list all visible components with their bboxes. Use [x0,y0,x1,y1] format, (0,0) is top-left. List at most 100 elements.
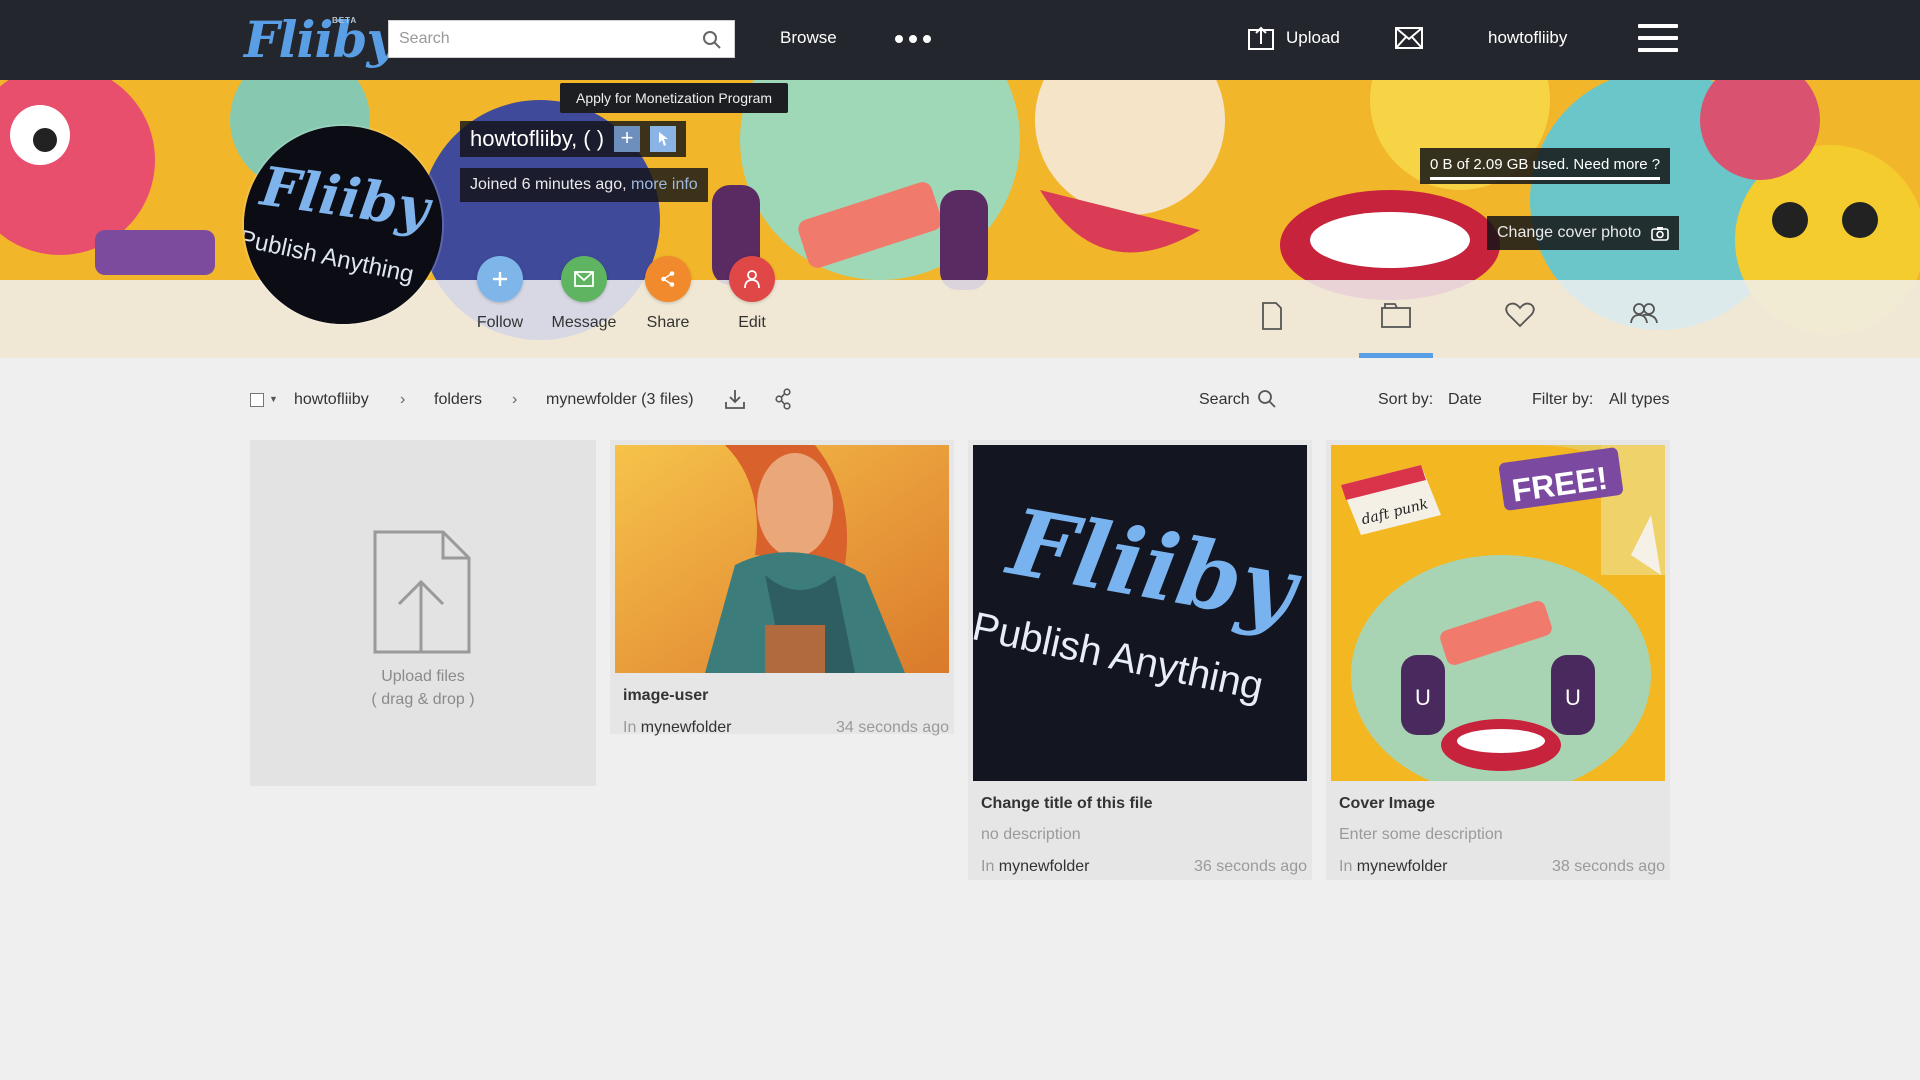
edit-profile-icon [729,256,775,302]
top-navigation-bar: Fliiby BETA Browse Upload howtofliiby [0,0,1920,80]
monetization-icon[interactable] [650,126,677,152]
share-icon [645,256,691,302]
upload-file-icon [373,530,471,654]
folder-prefix: In [623,719,637,736]
file-title[interactable]: image-user [615,687,949,705]
avatar[interactable]: Fliiby Publish Anything [244,126,442,324]
user-menu-link[interactable]: howtofliiby [1488,28,1567,48]
breadcrumb-folders[interactable]: folders [434,391,482,409]
filter-by-dropdown[interactable]: All types [1609,391,1669,409]
follow-button[interactable]: Follow [458,256,542,332]
file-card[interactable]: Fliiby Publish Anything Change title of … [968,440,1312,880]
edit-button[interactable]: Edit [710,256,794,332]
folder-toolbar: ▼ howtofliiby › folders › mynewfolder (3… [248,388,1674,414]
breadcrumb-separator-icon: › [400,391,406,408]
file-thumbnail[interactable]: Fliiby Publish Anything [973,445,1307,781]
mail-icon[interactable] [1395,27,1423,54]
breadcrumb-separator-icon: › [512,391,518,408]
tab-folders[interactable] [1334,290,1458,358]
logo-text: Fliiby [244,10,395,69]
drag-drop-label: ( drag & drop ) [371,691,475,708]
share-button[interactable]: Share [626,256,710,332]
folder-link[interactable]: mynewfolder [999,858,1090,875]
upload-label: Upload [1286,28,1340,47]
search-input[interactable] [389,21,734,57]
add-icon[interactable]: + [614,126,641,152]
sort-by-dropdown[interactable]: Date [1448,391,1482,409]
file-time: 36 seconds ago [1194,858,1307,875]
folder-link[interactable]: mynewfolder [1357,858,1448,875]
more-options-icon[interactable] [893,25,933,53]
file-time: 34 seconds ago [836,719,949,736]
thumb-eye-left: U [1415,685,1431,710]
folder-prefix: In [981,858,995,875]
search-box [388,20,735,58]
change-cover-photo-button[interactable]: Change cover photo [1487,216,1680,250]
upload-dropzone[interactable]: Upload files ( drag & drop ) [250,440,596,786]
file-title[interactable]: Cover Image [1331,795,1665,813]
search-icon[interactable] [702,30,722,55]
folder-search-label[interactable]: Search [1199,391,1250,409]
document-icon [1262,302,1282,330]
file-description[interactable]: no description [973,826,1307,844]
message-label: Message [551,314,617,331]
folder-link[interactable]: mynewfolder [641,719,732,736]
breadcrumb-user[interactable]: howtofliiby [294,391,369,409]
folder-icon [1381,303,1411,328]
profile-tabs [1210,290,1706,358]
breadcrumb-current-folder[interactable]: mynewfolder (3 files) [546,391,694,409]
folder-prefix: In [1339,858,1353,875]
tab-followers[interactable] [1582,290,1706,358]
message-icon [561,256,607,302]
tab-favorites[interactable] [1458,290,1582,358]
storage-bar [1430,177,1661,180]
file-time: 38 seconds ago [1552,858,1665,875]
follow-icon [477,256,523,302]
monetization-tooltip: Apply for Monetization Program [560,83,789,113]
file-folder: In mynewfolder [623,719,732,737]
profile-actions: Follow Message Share Edit [458,256,794,332]
upload-button[interactable]: Upload [1248,26,1340,50]
file-title[interactable]: Change title of this file [973,795,1307,813]
file-card[interactable]: FREE! daft punk U U Cover Image Enter so… [1326,440,1670,880]
select-all-checkbox[interactable] [250,393,264,407]
joined-info: Joined 6 minutes ago, more info [460,168,708,202]
upload-files-label: Upload files [381,668,465,685]
file-thumbnail[interactable] [615,445,949,673]
folder-search-icon[interactable] [1257,389,1277,414]
file-description[interactable]: Enter some description [1331,826,1665,844]
joined-text: Joined 6 minutes ago, [470,176,627,193]
fliiby-logo[interactable]: Fliiby BETA [244,8,395,72]
profile-name: howtofliiby, ( ) [470,126,605,151]
file-folder: In mynewfolder [1339,858,1448,876]
file-folder: In mynewfolder [981,858,1090,876]
thumb-eye-right: U [1565,685,1581,710]
sort-by-label: Sort by: [1378,391,1434,408]
tab-documents[interactable] [1210,290,1334,358]
upload-icon [1248,26,1274,50]
hamburger-menu-icon[interactable] [1638,22,1678,54]
file-meta: In mynewfolder 36 seconds ago [973,858,1307,876]
camera-icon [1651,226,1669,241]
file-card[interactable]: image-user In mynewfolder 34 seconds ago [610,440,954,737]
storage-text: 0 B of 2.09 GB used. Need more ? [1430,156,1661,173]
select-dropdown-icon[interactable]: ▼ [269,394,278,404]
file-meta: In mynewfolder 34 seconds ago [615,719,949,737]
file-thumbnail[interactable]: FREE! daft punk U U [1331,445,1665,781]
profile-name-box: howtofliiby, ( ) + [460,121,687,157]
edit-label: Edit [738,314,766,331]
heart-icon [1505,302,1535,328]
more-info-link[interactable]: more info [631,176,698,193]
follow-label: Follow [476,314,524,331]
share-label: Share [646,314,690,331]
share-folder-icon[interactable] [775,388,793,415]
beta-badge: BETA [332,16,358,25]
file-meta: In mynewfolder 38 seconds ago [1331,858,1665,876]
change-cover-label: Change cover photo [1497,224,1642,241]
filter-by-label: Filter by: [1532,391,1594,408]
storage-usage[interactable]: 0 B of 2.09 GB used. Need more ? [1420,148,1671,184]
message-button[interactable]: Message [542,256,626,332]
browse-link[interactable]: Browse [780,28,837,48]
download-icon[interactable] [724,388,746,415]
users-icon [1630,303,1658,324]
